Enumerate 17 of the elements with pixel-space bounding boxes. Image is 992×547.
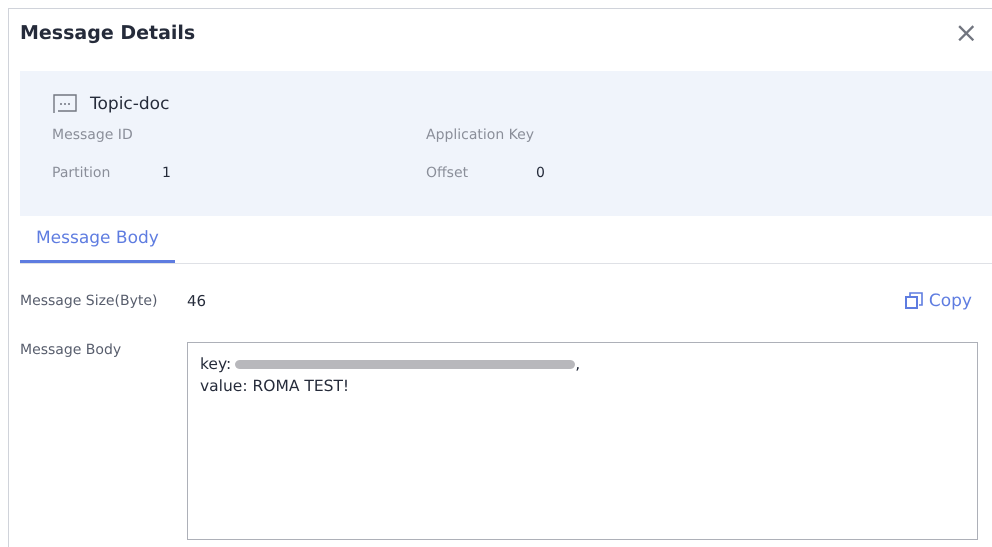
size-label: Message Size(Byte) <box>20 293 158 309</box>
size-value: 46 <box>187 292 208 310</box>
field-label: Message ID <box>52 127 134 143</box>
topic-name: Topic-doc <box>90 94 170 114</box>
dialog-title: Message Details <box>20 22 196 44</box>
tab[interactable]: Message Body <box>20 216 175 263</box>
copy-icon <box>904 292 923 310</box>
copy-button[interactable]: Copy <box>898 290 978 312</box>
message-icon <box>52 93 78 115</box>
field-label: Application Key <box>426 127 536 143</box>
field-label: Offset <box>426 165 470 181</box>
body-label: Message Body <box>20 342 122 360</box>
field-value: 0 <box>536 165 545 181</box>
message-body-field[interactable]: key: , value: ROMA TEST! <box>187 342 978 540</box>
close-button[interactable]: × <box>950 19 982 47</box>
field-value: 1 <box>162 165 171 181</box>
field-label: Partition <box>52 165 112 181</box>
